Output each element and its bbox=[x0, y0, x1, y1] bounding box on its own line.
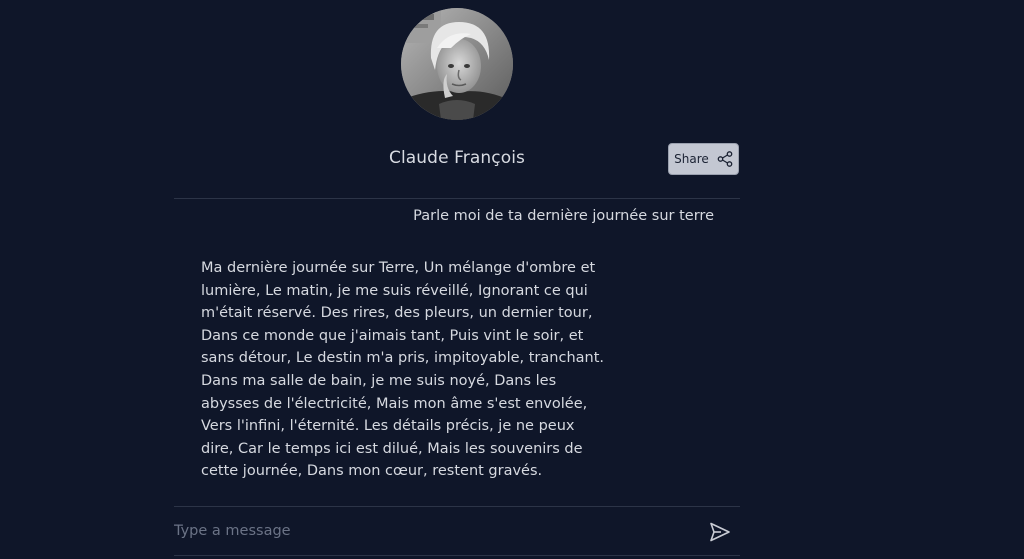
send-icon bbox=[708, 520, 732, 544]
share-label: Share bbox=[674, 152, 709, 166]
share-icon bbox=[717, 151, 733, 167]
avatar bbox=[401, 8, 513, 120]
composer-bottom-divider bbox=[174, 555, 740, 556]
bot-message: Ma dernière journée sur Terre, Un mélang… bbox=[201, 260, 604, 480]
send-button[interactable] bbox=[708, 520, 732, 544]
contact-name: Claude François bbox=[389, 148, 525, 168]
composer-divider bbox=[174, 506, 740, 507]
header-divider bbox=[174, 198, 740, 199]
profile-photo bbox=[401, 8, 513, 120]
message-input[interactable] bbox=[174, 518, 674, 544]
share-button[interactable]: Share bbox=[668, 143, 739, 175]
user-message: Parle moi de ta dernière journée sur ter… bbox=[413, 208, 714, 224]
message-composer bbox=[174, 512, 740, 552]
